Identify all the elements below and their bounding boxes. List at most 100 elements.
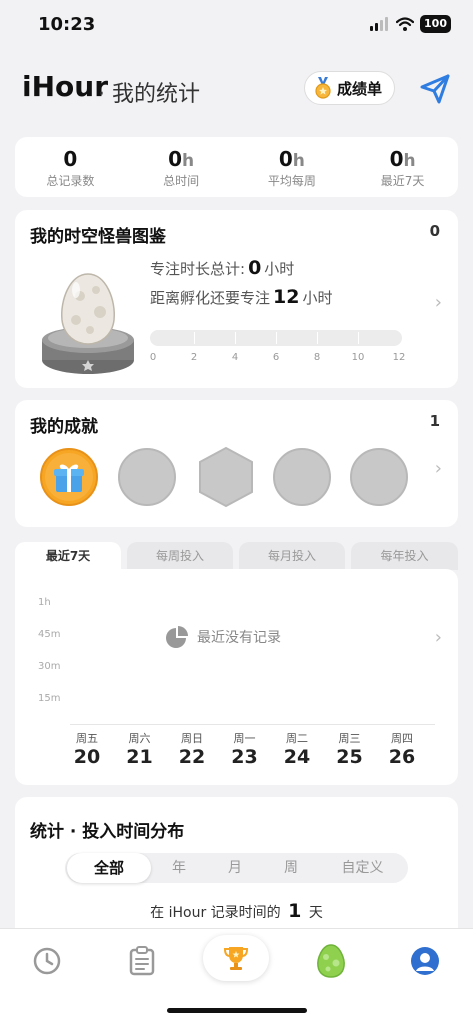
medal-icon [315, 77, 331, 99]
locked-badge[interactable] [118, 448, 176, 506]
day-column: 周四 26 [382, 730, 422, 768]
record-days-value: 1 [288, 900, 302, 922]
summary-label: 总记录数 [46, 174, 95, 188]
monster-collection-card[interactable]: 我的时空怪兽图鉴 0 专注时长总计: 0 小时 距离孵化还要专注 12 小时 02468… [15, 210, 458, 388]
progress-label: 8 [313, 352, 321, 363]
home-indicator [167, 1008, 307, 1013]
hatch-unit: 小时 [302, 289, 333, 307]
hatch-line: 距离孵化还要专注 12 小时 [150, 286, 332, 308]
summary-weekly-average: 0h 平均每周 [237, 137, 348, 197]
achievements-count: 1 [429, 412, 440, 430]
tab-monthly[interactable]: 每月投入 [239, 542, 345, 570]
focus-total-unit: 小时 [264, 260, 295, 278]
weekday-label: 周三 [338, 732, 361, 745]
progress-label: 12 [392, 352, 406, 363]
segment-all[interactable]: 全部 [67, 853, 151, 883]
summary-label: 最近7天 [380, 174, 425, 188]
report-card-label: 成绩单 [336, 79, 382, 98]
app-title: iHour [22, 70, 109, 103]
report-card-button[interactable]: 成绩单 [303, 71, 395, 105]
day-column: 周三 25 [330, 730, 370, 768]
pie-chart-icon [166, 626, 188, 648]
status-icons: 100 [370, 15, 451, 33]
trend-tabs: 最近7天 每周投入 每月投入 每年投入 [15, 542, 458, 570]
segment-year[interactable]: 年 [151, 853, 207, 883]
date-label: 25 [336, 746, 363, 768]
weekday-label: 周日 [181, 732, 203, 745]
trophy-icon [223, 947, 249, 970]
day-column: 周二 24 [277, 730, 317, 768]
segment-custom[interactable]: 自定义 [319, 853, 406, 883]
trend-chart[interactable]: 1h 45m 30m 15m 最近没有记录 › 周五 20 周六 21 周日 22 周一 23… [15, 569, 458, 785]
summary-value: 0 [278, 147, 293, 171]
send-icon[interactable] [419, 74, 451, 104]
chevron-right-icon[interactable]: › [435, 292, 442, 313]
empty-message: 最近没有记录 [197, 630, 281, 646]
date-label: 24 [283, 746, 311, 768]
egg-icon [42, 273, 134, 374]
distribution-card: 统计 · 投入时间分布 全部 年 月 周 自定义 在 iHour 记录时间的 1… [15, 797, 458, 947]
hatch-progress-bar [150, 330, 402, 346]
summary-value: 0 [168, 147, 183, 171]
focus-total-line: 专注时长总计: 0 小时 [150, 257, 294, 279]
clock-icon [33, 947, 61, 975]
record-suffix: 天 [308, 905, 323, 921]
wifi-icon [396, 17, 415, 31]
progress-label: 2 [190, 352, 198, 363]
progress-label: 4 [231, 352, 239, 363]
segment-week[interactable]: 周 [263, 853, 319, 883]
summary-total-time: 0h 总时间 [126, 137, 237, 197]
segment-month[interactable]: 月 [207, 853, 263, 883]
record-prefix: 在 iHour 记录时间的 [150, 905, 281, 921]
gift-badge[interactable] [40, 448, 98, 506]
date-label: 26 [388, 746, 416, 768]
summary-label: 总时间 [163, 174, 200, 188]
progress-tick [194, 332, 195, 344]
hatch-value: 12 [273, 286, 300, 308]
date-label: 20 [73, 746, 101, 768]
summary-total-records: 0 总记录数 [15, 137, 126, 197]
progress-tick [317, 332, 318, 344]
tab-timer[interactable] [27, 941, 67, 981]
locked-hexagon-badge[interactable] [195, 446, 257, 508]
focus-total-value: 0 [248, 257, 262, 279]
profile-icon [411, 947, 439, 975]
tab-profile[interactable] [405, 941, 445, 981]
date-label: 23 [231, 746, 258, 768]
battery-indicator: 100 [420, 15, 451, 33]
summary-unit: h [182, 151, 195, 171]
day-column: 周六 21 [120, 730, 160, 768]
achievements-card[interactable]: 我的成就 1 › [15, 400, 458, 527]
summary-unit: h [292, 151, 305, 171]
progress-label: 10 [351, 352, 365, 363]
tab-monster[interactable] [311, 941, 351, 981]
weekday-label: 周五 [76, 732, 98, 745]
day-column: 周一 23 [225, 730, 265, 768]
monster-card-title: 我的时空怪兽图鉴 [30, 227, 166, 247]
egg-on-pedestal [40, 268, 140, 378]
y-axis-label: 15m [38, 693, 61, 704]
tab-records[interactable] [122, 941, 162, 981]
tab-last-7-days[interactable]: 最近7天 [15, 542, 121, 570]
distribution-title: 统计 · 投入时间分布 [30, 822, 185, 842]
y-axis-label: 30m [38, 661, 61, 672]
progress-label: 0 [149, 352, 157, 363]
date-label: 21 [126, 746, 153, 768]
tab-yearly[interactable]: 每年投入 [351, 542, 458, 570]
chevron-right-icon[interactable]: › [435, 458, 442, 479]
summary-card: 0 总记录数 0h 总时间 0h 平均每周 0h 最近7天 [15, 137, 458, 197]
locked-badge[interactable] [350, 448, 408, 506]
clipboard-icon [129, 946, 155, 976]
record-days-line: 在 iHour 记录时间的 1 天 [15, 900, 458, 922]
tab-stats[interactable] [203, 935, 269, 981]
weekday-label: 周二 [286, 732, 308, 745]
locked-badge[interactable] [273, 448, 331, 506]
egg-icon [317, 944, 345, 978]
achievements-title: 我的成就 [30, 417, 98, 437]
chevron-right-icon[interactable]: › [435, 627, 442, 648]
day-column: 周五 20 [67, 730, 107, 768]
tab-weekly[interactable]: 每周投入 [127, 542, 233, 570]
monster-count: 0 [429, 222, 440, 240]
weekday-label: 周四 [391, 732, 413, 745]
summary-unit: h [403, 151, 416, 171]
